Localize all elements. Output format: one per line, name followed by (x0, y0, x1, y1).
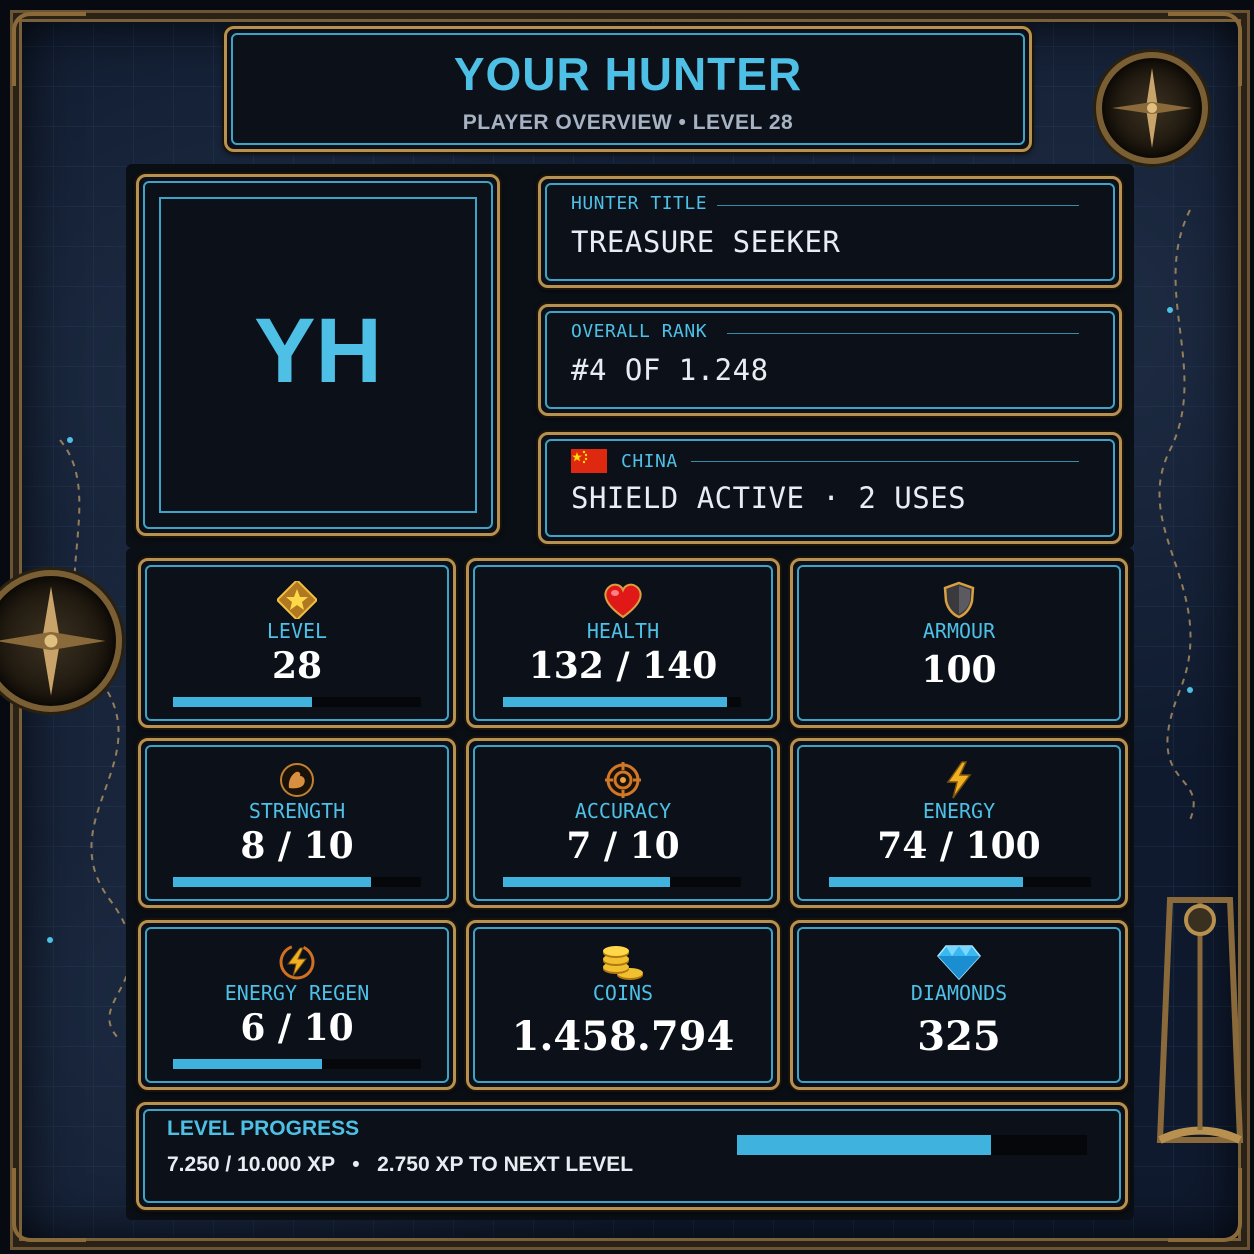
energy-bar-fill (829, 877, 1023, 887)
star-icon (141, 581, 453, 619)
compass-ornament (1096, 52, 1208, 164)
divider (717, 205, 1079, 206)
china-flag-icon (571, 449, 607, 473)
stat-card-accuracy[interactable]: ACCURACY 7 / 10 (466, 738, 780, 908)
energy-regen-bar-fill (173, 1059, 322, 1069)
stat-card-level[interactable]: LEVEL 28 (138, 558, 456, 728)
stat-card-health[interactable]: HEALTH 132 / 140 (466, 558, 780, 728)
stat-card-energy[interactable]: ENERGY 74 / 100 (790, 738, 1128, 908)
country-label: CHINA (621, 450, 678, 472)
muscle-icon (141, 761, 453, 799)
stat-value: 100 (921, 649, 997, 691)
ornament-corner (1168, 1168, 1242, 1242)
level-progress-title: LEVEL PROGRESS (167, 1117, 360, 1140)
map-route (1158, 209, 1195, 821)
ornament-corner (12, 1168, 86, 1242)
accuracy-bar-fill (503, 877, 670, 887)
overall-rank-label: OVERALL RANK (571, 321, 708, 342)
level-progress-text: 7.250 / 10.000 XP • 2.750 XP TO NEXT LEV… (167, 1153, 634, 1176)
stat-value: 6 / 10 (240, 1007, 354, 1049)
shield-icon (793, 581, 1125, 619)
stat-value: 8 / 10 (240, 825, 354, 867)
stat-label: ENERGY REGEN (224, 981, 370, 1005)
avatar-initials: YH (254, 300, 382, 402)
stat-label: STRENGTH (248, 799, 346, 823)
level-progress-panel: LEVEL PROGRESS 7.250 / 10.000 XP • 2.750… (136, 1102, 1128, 1210)
stat-label: HEALTH (586, 619, 660, 643)
page-subtitle: PLAYER OVERVIEW • LEVEL 28 (462, 111, 794, 134)
energy-bar (829, 877, 1091, 887)
hunter-title-label: HUNTER TITLE (571, 193, 708, 214)
hunter-title-value: TREASURE SEEKER (571, 225, 841, 259)
stat-label: ACCURACY (574, 799, 672, 823)
overall-rank-value: #4 OF 1.248 (571, 353, 769, 387)
level-progress-bar-fill (737, 1135, 991, 1155)
title-panel: YOUR HUNTER PLAYER OVERVIEW • LEVEL 28 (224, 26, 1032, 152)
stat-card-armour[interactable]: ARMOUR 100 (790, 558, 1128, 728)
energy-regen-bar (173, 1059, 421, 1069)
country-panel: CHINA SHIELD ACTIVE · 2 USES (538, 432, 1122, 544)
stat-value: 1.458.794 (511, 1013, 735, 1060)
stat-label: ENERGY (922, 799, 996, 823)
shield-status-value: SHIELD ACTIVE · 2 USES (571, 481, 967, 515)
stat-card-diamonds[interactable]: DIAMONDS 325 (790, 920, 1128, 1090)
level-bar-fill (173, 697, 312, 707)
accuracy-bar (503, 877, 741, 887)
stat-value: 132 / 140 (528, 645, 718, 687)
ornament-corner (12, 12, 86, 86)
stat-value: 7 / 10 (566, 825, 680, 867)
health-bar (503, 697, 741, 707)
page-title: YOUR HUNTER (453, 48, 803, 100)
divider (691, 461, 1079, 462)
overall-rank-panel: OVERALL RANK #4 OF 1.248 (538, 304, 1122, 416)
strength-bar-fill (173, 877, 372, 887)
stat-label: DIAMONDS (910, 981, 1008, 1005)
country-label-row: CHINA (571, 449, 678, 473)
stat-card-strength[interactable]: STRENGTH 8 / 10 (138, 738, 456, 908)
level-bar (173, 697, 421, 707)
diamond-icon (793, 943, 1125, 981)
stat-value: 325 (917, 1013, 1001, 1060)
avatar[interactable]: YH (136, 174, 500, 536)
hunter-title-panel: HUNTER TITLE TREASURE SEEKER (538, 176, 1122, 288)
lightning-icon (793, 761, 1125, 799)
coins-icon (469, 943, 777, 981)
stat-label: COINS (592, 981, 654, 1005)
stat-value: 74 / 100 (877, 825, 1041, 867)
health-bar-fill (503, 697, 728, 707)
strength-bar (173, 877, 421, 887)
stat-card-coins[interactable]: COINS 1.458.794 (466, 920, 780, 1090)
stat-label: ARMOUR (922, 619, 996, 643)
heart-icon (469, 581, 777, 619)
divider (727, 333, 1079, 334)
stat-value: 28 (271, 645, 323, 687)
crosshair-icon (469, 761, 777, 799)
energy-regen-icon (141, 943, 453, 981)
stat-label: LEVEL (266, 619, 328, 643)
sextant-ornament (1156, 897, 1244, 1144)
stat-card-energy-regen[interactable]: ENERGY REGEN 6 / 10 (138, 920, 456, 1090)
compass-ornament (0, 570, 122, 712)
level-progress-bar (737, 1135, 1087, 1155)
